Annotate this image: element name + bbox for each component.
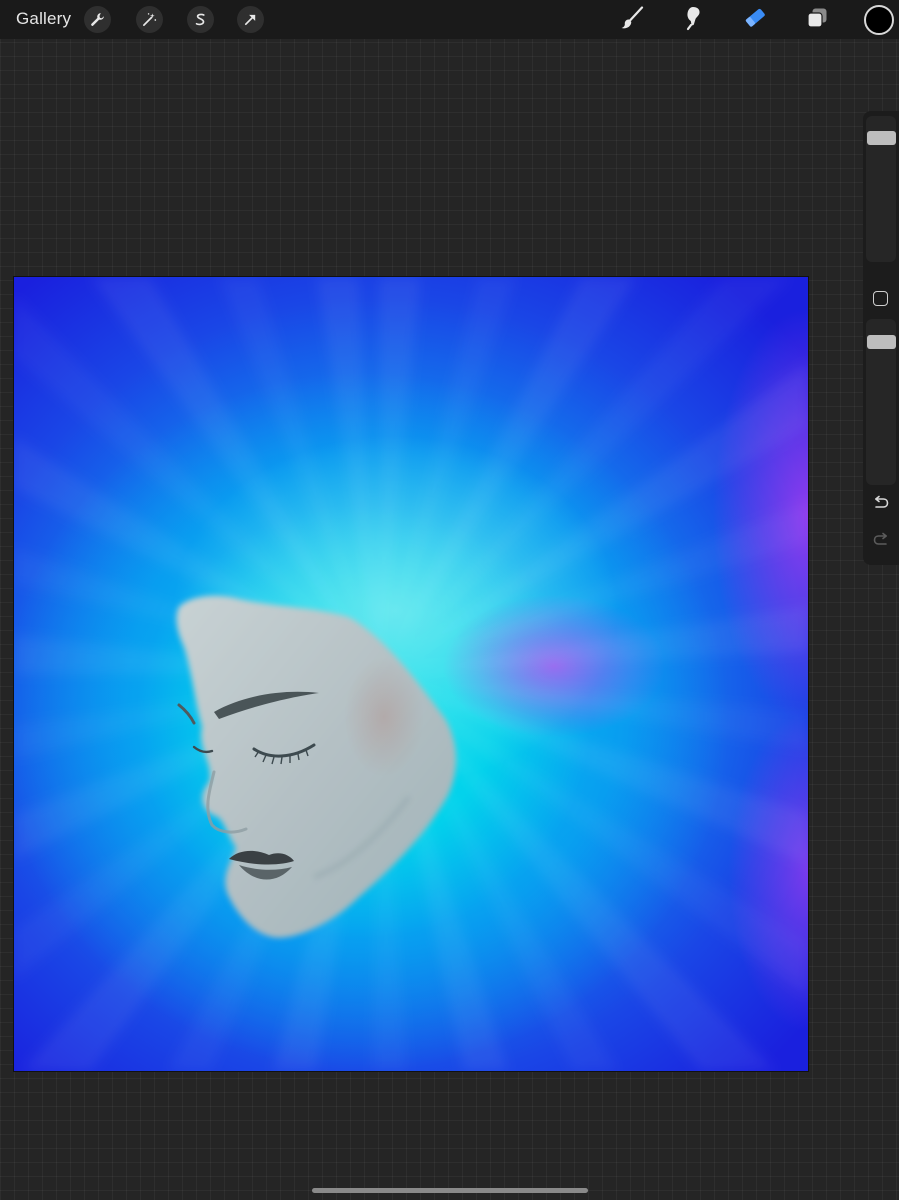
actions-button[interactable] [84,6,111,33]
selection-s-icon [193,12,208,27]
adjustments-button[interactable] [136,6,163,33]
procreate-app: Gallery [0,0,899,1200]
layers-icon [804,5,830,36]
smudge-icon [681,5,707,36]
smudge-tool-button[interactable] [679,5,709,35]
brush-tool-button[interactable] [617,5,647,35]
color-swatch[interactable] [864,5,894,35]
redo-icon [872,532,890,553]
brush-icon [619,5,645,36]
top-toolbar: Gallery [0,0,899,39]
face-painting [176,595,456,938]
layers-button[interactable] [802,5,832,35]
selection-button[interactable] [187,6,214,33]
eraser-tool-button[interactable] [740,5,770,35]
home-indicator[interactable] [312,1188,588,1193]
opacity-thumb[interactable] [867,335,896,349]
gallery-button[interactable]: Gallery [16,9,71,29]
transform-button[interactable] [237,6,264,33]
redo-button[interactable] [870,532,892,552]
brush-size-thumb[interactable] [867,131,896,145]
brush-size-slider[interactable] [866,116,896,262]
arrow-cursor-icon [243,12,258,27]
undo-icon [872,495,890,516]
opacity-slider[interactable] [866,319,896,485]
wrench-icon [90,12,105,27]
modify-button[interactable] [873,291,888,306]
right-sidebar [863,111,899,565]
magic-wand-icon [142,12,157,27]
drawing-canvas[interactable] [13,276,809,1072]
undo-button[interactable] [870,495,892,515]
eraser-icon [742,5,768,36]
